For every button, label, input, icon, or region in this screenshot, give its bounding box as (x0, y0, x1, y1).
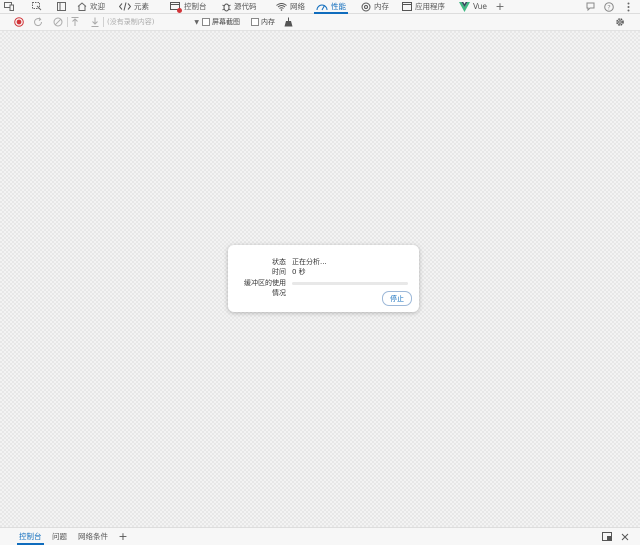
tab-performance[interactable]: 性能 (314, 0, 348, 14)
sidebar-toggle-icon[interactable] (55, 0, 67, 13)
save-profile-button[interactable] (89, 14, 101, 30)
tab-label: 应用程序 (415, 2, 445, 11)
tab-label: 元素 (134, 2, 149, 11)
toolbar-divider (67, 17, 68, 27)
screenshots-checkbox-box[interactable] (202, 18, 210, 26)
tab-label: 控制台 (184, 2, 207, 11)
dock-drawer-icon[interactable] (601, 528, 613, 545)
record-button[interactable] (12, 14, 26, 30)
application-icon (402, 2, 412, 11)
load-profile-button[interactable] (69, 14, 81, 30)
performance-toolbar: (没有录制内容) ▼ 屏幕截图 内存 (0, 14, 640, 31)
performance-gauge-icon (316, 4, 328, 11)
help-icon[interactable]: ? (603, 0, 615, 13)
add-drawer-tab-button[interactable]: + (117, 528, 129, 545)
stop-button[interactable]: 停止 (382, 291, 412, 306)
error-badge (177, 7, 182, 13)
toolbar-divider (103, 17, 104, 27)
garbage-collect-button[interactable] (282, 14, 294, 30)
inspect-element-icon[interactable] (30, 0, 44, 13)
svg-text:?: ? (607, 3, 610, 11)
feedback-icon[interactable] (584, 0, 596, 13)
close-drawer-icon[interactable] (619, 528, 631, 545)
buffer-label: 缓冲区的使用 (244, 278, 286, 287)
profile-select[interactable]: (没有录制内容) ▼ (107, 14, 202, 30)
screenshots-checkbox[interactable]: 屏幕截图 (202, 14, 246, 30)
tab-elements[interactable]: 元素 (119, 0, 149, 13)
tab-label: Vue (473, 2, 487, 11)
add-tab-button[interactable]: + (494, 0, 506, 13)
time-label: 时间 (272, 267, 286, 276)
home-icon (77, 2, 87, 11)
reload-icon (34, 17, 43, 27)
device-emulation-icon[interactable] (2, 0, 16, 13)
tab-label: 欢迎 (90, 2, 105, 11)
screenshots-label: 屏幕截图 (212, 18, 240, 26)
tab-network[interactable]: 网络 (276, 0, 305, 13)
record-icon (14, 17, 24, 27)
tab-console[interactable]: 控制台 (170, 0, 207, 13)
tab-welcome[interactable]: 欢迎 (77, 0, 105, 13)
drawer-tabbar: 控制台 问题 网络条件 + (0, 527, 640, 545)
vue-logo-icon (459, 1, 470, 12)
profiling-status-dialog: 状态 正在分析... 时间 0 秒 缓冲区的使用 情况 停止 (228, 245, 419, 312)
memory-icon (361, 2, 371, 11)
tab-label: 内存 (374, 2, 389, 11)
reload-record-button[interactable] (31, 14, 45, 30)
tab-label: 源代码 (234, 2, 257, 11)
code-icon (119, 2, 131, 11)
tab-sources[interactable]: 源代码 (222, 0, 257, 13)
clear-button[interactable] (51, 14, 65, 30)
memory-checkbox[interactable]: 内存 (251, 14, 277, 30)
more-options-icon[interactable] (622, 0, 634, 13)
bug-icon (222, 3, 231, 11)
tab-application[interactable]: 应用程序 (402, 0, 445, 13)
tab-vue[interactable]: Vue (459, 0, 487, 13)
capture-settings-button[interactable] (613, 14, 627, 30)
drawer-tab-console[interactable]: 控制台 (17, 528, 44, 545)
devtools-tabbar: 欢迎 元素 控制台 源代码 网络 性能 内存 应用程序 Vue + ? (0, 0, 640, 14)
time-value: 0 秒 (292, 267, 306, 276)
tab-label: 网络 (290, 2, 305, 11)
gear-icon (616, 18, 624, 26)
status-label: 状态 (272, 257, 286, 266)
memory-checkbox-box[interactable] (251, 18, 259, 26)
time-row: 时间 0 秒 (228, 266, 419, 277)
broom-icon (284, 17, 292, 27)
drawer-tab-network-conditions[interactable]: 网络条件 (78, 528, 108, 545)
memory-label: 内存 (261, 18, 275, 26)
wifi-icon (276, 3, 287, 11)
chevron-down-icon: ▼ (194, 18, 199, 26)
buffer-label-cont: 情况 (272, 288, 286, 297)
buffer-progress-bar (292, 282, 408, 285)
download-icon (91, 17, 99, 27)
tab-memory[interactable]: 内存 (361, 0, 389, 13)
drawer-tab-issues[interactable]: 问题 (52, 528, 67, 545)
status-value: 正在分析... (292, 257, 327, 266)
console-icon (170, 1, 182, 13)
upload-icon (71, 17, 79, 26)
profile-select-value: (没有录制内容) (107, 18, 155, 26)
clear-icon (53, 17, 63, 27)
tab-label: 性能 (331, 2, 346, 11)
